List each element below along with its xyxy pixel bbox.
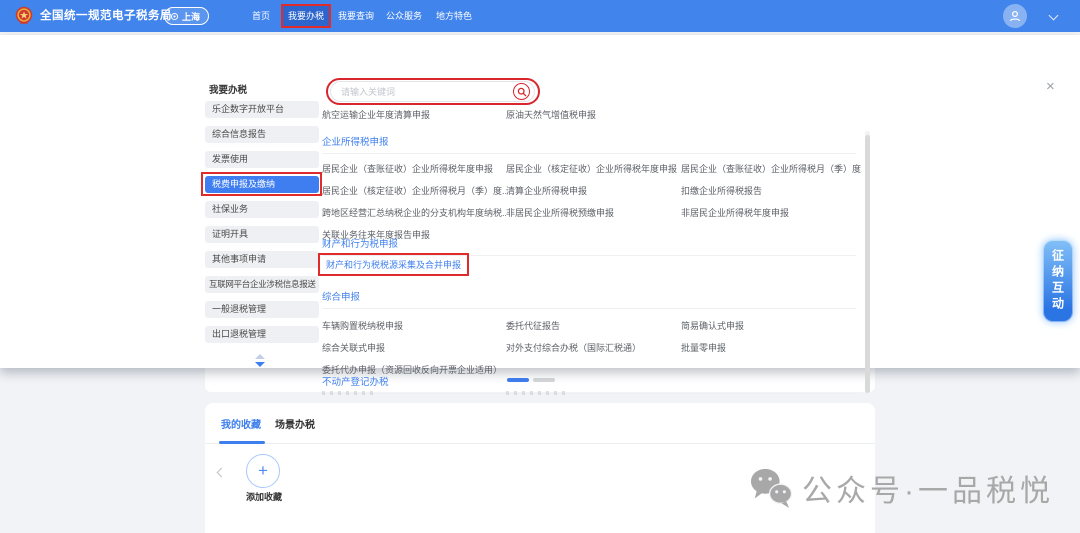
wechat-icon xyxy=(748,467,794,509)
sidebar-item-export-refund[interactable]: 出口退税管理 xyxy=(205,326,319,343)
sidebar-item-leqi-platform[interactable]: 乐企数字开放平台 xyxy=(205,101,319,118)
service-link[interactable]: 居民企业（核定征收）企业所得税月（季）度... xyxy=(322,184,506,197)
add-favorite-button[interactable]: + xyxy=(246,454,280,488)
section-comprehensive-filing: 综合申报 车辆购置税纳税申报 委托代征报告 简易确认式申报 综合关联式申报 对外… xyxy=(322,289,862,376)
section-divider xyxy=(322,308,856,309)
sidebar-item-social-security[interactable]: 社保业务 xyxy=(205,201,319,218)
service-link[interactable]: 清算企业所得税申报 xyxy=(506,184,681,197)
service-link[interactable]: 扣缴企业所得税报告 xyxy=(681,184,862,197)
sidebar-item-invoice-use[interactable]: 发票使用 xyxy=(205,151,319,168)
sidebar-scroll-arrows[interactable] xyxy=(252,354,268,367)
section-title: 不动产登记办税 xyxy=(322,374,862,388)
scroll-up-icon[interactable] xyxy=(255,354,265,359)
service-link[interactable]: 综合关联式申报 xyxy=(322,341,506,354)
service-row: 航空运输企业年度清算申报 原油天然气增值税申报 xyxy=(322,108,862,121)
section-divider xyxy=(322,393,856,394)
service-link[interactable]: 跨地区经营汇总纳税企业的分支机构年度纳税... xyxy=(322,206,506,219)
sidebar-item-internet-platform-report[interactable]: 互联网平台企业涉税信息报送 xyxy=(205,276,319,293)
location-badge[interactable]: 上海 xyxy=(164,7,209,25)
tabs-divider xyxy=(205,443,875,444)
clipped-row-fragment xyxy=(506,391,568,395)
service-link[interactable]: 居民企业（核定征收）企业所得税年度申报 xyxy=(506,162,681,175)
tab-scenario-tax[interactable]: 场景办税 xyxy=(275,416,315,431)
close-icon[interactable]: × xyxy=(1046,79,1055,94)
service-link[interactable]: 非居民企业所得税预缴申报 xyxy=(506,206,681,219)
panel-scrollbar-thumb[interactable] xyxy=(865,135,870,393)
tab-my-favorites[interactable]: 我的收藏 xyxy=(221,416,261,431)
nav-item-public-services[interactable]: 公众服务 xyxy=(386,0,422,32)
scroll-down-icon[interactable] xyxy=(255,362,265,367)
plus-icon: + xyxy=(258,461,268,481)
search-button[interactable] xyxy=(513,83,530,100)
carousel-left-chevron-icon[interactable] xyxy=(217,468,227,478)
section-real-estate-registration: 不动产登记办税 xyxy=(322,374,862,394)
service-link[interactable]: 车辆购置税纳税申报 xyxy=(322,319,506,332)
location-pin-icon xyxy=(170,12,179,21)
section-title: 综合申报 xyxy=(322,289,862,303)
tax-services-dropdown-panel: 我要办税 乐企数字开放平台 综合信息报告 发票使用 税费申报及缴纳 社保业务 证… xyxy=(0,35,1080,368)
service-link[interactable]: 居民企业（查账征收）企业所得税月（季）度... xyxy=(681,162,862,175)
section-title: 企业所得税申报 xyxy=(322,134,862,148)
account-chevron-down-icon[interactable] xyxy=(1049,11,1059,21)
service-link[interactable]: 原油天然气增值税申报 xyxy=(506,108,681,121)
top-bar: 全国统一规范电子税务局 上海 首页 我要办税 我要查询 公众服务 地方特色 xyxy=(0,0,1080,32)
service-link[interactable]: 委托代征报告 xyxy=(506,319,681,332)
user-icon xyxy=(1008,9,1022,23)
sidebar-item-info-report[interactable]: 综合信息报告 xyxy=(205,126,319,143)
interaction-floating-button[interactable]: 征纳互动 xyxy=(1043,240,1073,322)
service-link[interactable]: 对外支付综合办税（国际汇税通） xyxy=(506,341,681,354)
watermark: 公众号·一品税悦 xyxy=(748,466,1054,510)
clipped-row-fragment xyxy=(322,391,378,395)
national-emblem-icon xyxy=(14,6,34,26)
service-link[interactable]: 航空运输企业年度清算申报 xyxy=(322,108,506,121)
active-tab-underline xyxy=(219,441,265,444)
nav-item-local-features[interactable]: 地方特色 xyxy=(436,0,472,32)
sidebar-item-certificate[interactable]: 证明开具 xyxy=(205,226,319,243)
service-link-property-behavior-tax-collection[interactable]: 财产和行为税税源采集及合并申报 xyxy=(318,253,469,276)
app-title: 全国统一规范电子税务局 xyxy=(40,0,172,32)
section-corporate-income-tax: 企业所得税申报 居民企业（查账征收）企业所得税年度申报 居民企业（核定征收）企业… xyxy=(322,134,862,241)
nav-item-query[interactable]: 我要查询 xyxy=(338,0,374,32)
service-link[interactable]: 简易确认式申报 xyxy=(681,319,862,332)
sidebar-item-tax-filing-payment[interactable]: 税费申报及缴纳 xyxy=(205,176,319,193)
interaction-button-label: 征纳互动 xyxy=(1050,249,1067,313)
search-input[interactable] xyxy=(330,81,535,102)
nav-item-tax-services[interactable]: 我要办税 xyxy=(281,4,331,28)
sidebar-item-general-refund[interactable]: 一般退税管理 xyxy=(205,301,319,318)
location-label: 上海 xyxy=(182,10,200,23)
sidebar-item-other-matters[interactable]: 其他事项申请 xyxy=(205,251,319,268)
service-link[interactable]: 居民企业（查账征收）企业所得税年度申报 xyxy=(322,162,506,175)
nav-item-home[interactable]: 首页 xyxy=(252,0,270,32)
user-avatar[interactable] xyxy=(1003,4,1027,28)
section-divider xyxy=(322,153,856,154)
sidebar-title: 我要办税 xyxy=(209,82,247,96)
section-title: 财产和行为税申报 xyxy=(322,236,862,250)
add-favorite-label: 添加收藏 xyxy=(245,490,283,503)
search-icon xyxy=(517,87,527,97)
service-link[interactable]: 非居民企业所得税年度申报 xyxy=(681,206,862,219)
service-link[interactable]: 批量零申报 xyxy=(681,341,862,354)
watermark-text: 公众号·一品税悦 xyxy=(802,466,1054,510)
